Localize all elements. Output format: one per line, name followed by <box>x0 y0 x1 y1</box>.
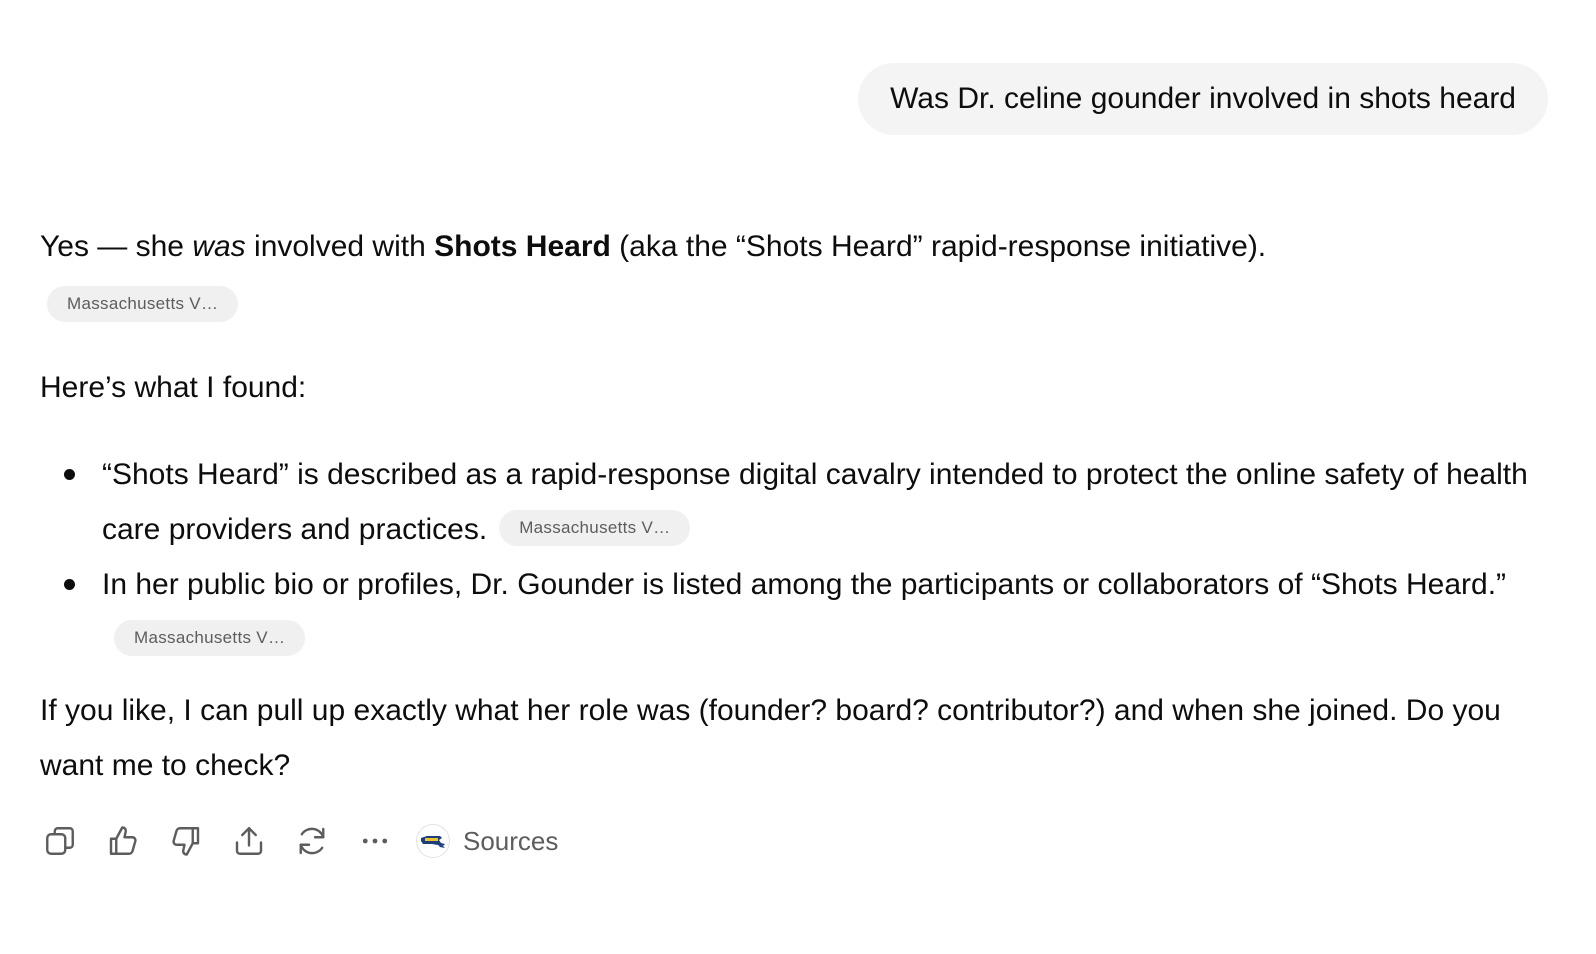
sources-button[interactable]: Sources <box>416 824 558 858</box>
citation-chip[interactable]: Massachusetts V… <box>499 510 691 547</box>
message-actions: Sources <box>40 820 558 862</box>
citation-chip[interactable]: Massachusetts V… <box>114 620 306 657</box>
findings-list: “Shots Heard” is described as a rapid-re… <box>40 447 1560 667</box>
copy-icon <box>46 827 74 855</box>
assistant-intro: Yes — she was involved with Shots Heard … <box>40 226 1266 268</box>
thumbs-down-button[interactable] <box>166 821 206 861</box>
list-item-text: “Shots Heard” is described as a rapid-re… <box>102 458 1528 546</box>
sources-label: Sources <box>463 825 559 856</box>
user-message-text: Was Dr. celine gounder involved in shots… <box>890 82 1516 115</box>
found-heading: Here’s what I found: <box>40 371 307 404</box>
regenerate-button[interactable] <box>292 821 332 861</box>
thumbs-up-icon <box>109 826 137 855</box>
intro-text-1: Yes — she <box>40 230 193 263</box>
thumbs-up-button[interactable] <box>103 821 143 861</box>
intro-emphasis: was <box>192 230 246 263</box>
more-options-button[interactable] <box>355 821 395 861</box>
more-icon <box>362 838 388 844</box>
chat-page: Was Dr. celine gounder involved in shots… <box>0 0 1596 954</box>
assistant-closing: If you like, I can pull up exactly what … <box>40 694 1501 782</box>
intro-strong: Shots Heard <box>434 230 611 263</box>
intro-text-3: (aka the “Shots Heard” rapid-response in… <box>610 230 1267 263</box>
thumbs-down-icon <box>172 827 200 856</box>
list-item-text: In her public bio or profiles, Dr. Gound… <box>102 568 1507 601</box>
share-icon <box>235 827 263 855</box>
intro-text-2: involved with <box>245 230 435 263</box>
list-item: “Shots Heard” is described as a rapid-re… <box>40 447 1560 557</box>
user-message-bubble: Was Dr. celine gounder involved in shots… <box>858 63 1548 135</box>
copy-button[interactable] <box>40 821 80 861</box>
list-item: In her public bio or profiles, Dr. Gound… <box>40 557 1560 667</box>
massachusetts-logo-icon <box>416 824 450 858</box>
regenerate-icon <box>299 827 325 855</box>
citation-chip[interactable]: Massachusetts V… <box>47 286 239 322</box>
bullet-dot <box>64 469 75 480</box>
share-button[interactable] <box>229 821 269 861</box>
bullet-dot <box>64 579 75 590</box>
